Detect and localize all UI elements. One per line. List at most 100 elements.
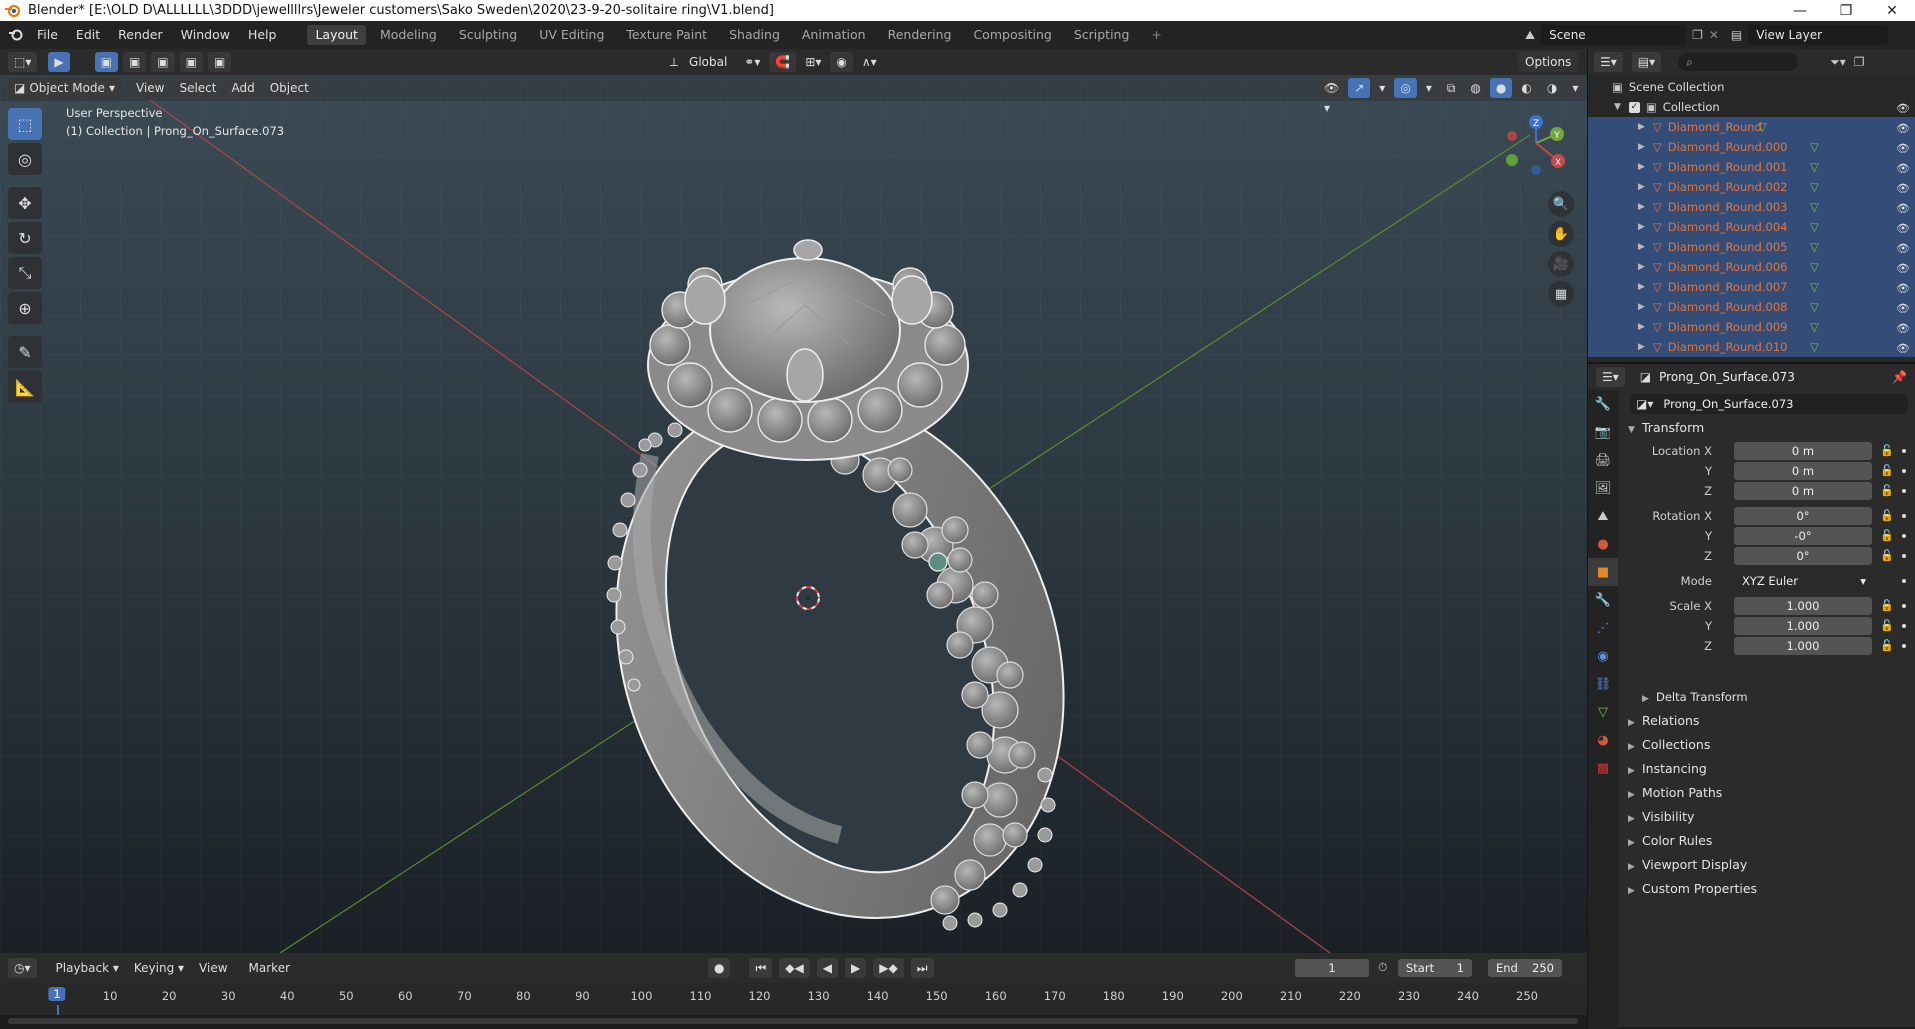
keyframe-dot-icon[interactable] [1902,514,1906,518]
play-reverse-icon[interactable]: ◀ [816,958,838,978]
outliner-item[interactable]: ▶ ▽ Diamond_Round.008 ▽ 👁 [1588,297,1915,317]
rotation-x-field[interactable]: 0° [1734,507,1872,525]
filter-icon[interactable]: ⏷▾ [1830,55,1846,70]
location-z-field[interactable]: 0 m [1734,482,1872,500]
header-menu-view[interactable]: View [129,78,171,98]
new-collection-icon[interactable]: ❐ [1854,55,1865,69]
3d-viewport[interactable]: Z Y X [0,75,1587,953]
outliner-item[interactable]: ▶ ▽ Diamond_Round.007 ▽ 👁 [1588,277,1915,297]
eye-icon[interactable]: 👁 [1896,122,1910,135]
mesh-data-icon[interactable]: ▽ [1810,220,1819,234]
header-menu-select[interactable]: Select [173,78,223,98]
mode-selector[interactable]: ◪ Object Mode ▾ [8,78,121,98]
overlays-options-icon[interactable]: ▾ [1419,78,1438,98]
mesh-data-icon[interactable]: ▽ [1810,240,1819,254]
scale-y-field[interactable]: 1.000 [1734,617,1872,635]
select-extend-icon[interactable]: ▣ [122,52,147,72]
header-menu-add[interactable]: Add [225,78,261,98]
panel-collections[interactable]: ▶ Collections [1628,737,1710,752]
keyframe-dot-icon[interactable] [1902,449,1906,453]
menu-file[interactable]: File [28,21,67,49]
jump-end-icon[interactable]: ⏭ [910,958,934,978]
panel-motion-paths[interactable]: ▶ Motion Paths [1628,785,1722,800]
next-keyframe-icon[interactable]: ▶◆ [873,958,904,978]
rotation-z-field[interactable]: 0° [1734,547,1872,565]
menu-marker[interactable]: Marker [243,958,296,978]
keyframe-dot-icon[interactable] [1902,579,1906,583]
mesh-data-icon[interactable]: ▽ [1810,300,1819,314]
zoom-icon[interactable]: 🔍 [1548,191,1574,217]
keyframe-dot-icon[interactable] [1902,554,1906,558]
eye-icon[interactable]: 👁 [1896,262,1910,275]
expand-icon[interactable]: ▶ [1638,142,1645,152]
texture-tab-icon[interactable]: ▩ [1588,754,1618,782]
eye-icon[interactable]: 👁 [1896,282,1910,295]
expand-icon[interactable]: ▶ [1638,342,1645,352]
panel-instancing[interactable]: ▶ Instancing [1628,761,1707,776]
tab-texture-paint[interactable]: Texture Paint [618,25,715,45]
panel-visibility[interactable]: ▶ Visibility [1628,809,1694,824]
stopwatch-icon[interactable]: ⏱ [1378,960,1387,975]
outliner-scene-collection[interactable]: ▣ Scene Collection [1588,77,1915,97]
shading-material-icon[interactable]: ◐ [1515,78,1538,98]
expand-icon[interactable]: ▶ [1638,322,1645,332]
lock-icon[interactable]: 🔓 [1880,509,1894,522]
outliner-item[interactable]: ▶ ▽ Diamond_Round.000 ▽ 👁 [1588,137,1915,157]
render-tab-icon[interactable]: 📷 [1588,418,1618,446]
keyframe-dot-icon[interactable] [1902,624,1906,628]
expand-icon[interactable]: ▶ [1638,202,1645,212]
timeline-ruler[interactable]: 1 10 20 30 40 50 60 70 80 90 100 110 120 130 140 150 160… [0,983,1587,1015]
tab-layout[interactable]: Layout [307,25,366,45]
selected-prong[interactable] [928,552,948,572]
tab-uv-editing[interactable]: UV Editing [531,25,612,45]
measure-tool-icon[interactable]: 📐 [8,371,42,403]
object-name-field[interactable]: ◪▾ Prong_On_Surface.073 [1630,394,1908,414]
location-x-field[interactable]: 0 m [1734,442,1872,460]
scene-tab-icon[interactable]: ⛰ [1588,502,1618,530]
keyframe-dot-icon[interactable] [1902,534,1906,538]
maximize-button[interactable]: ❐ [1823,0,1869,21]
mesh-data-icon[interactable]: ▽ [1810,260,1819,274]
properties-editor-icon[interactable]: ☰▾ [1596,367,1625,387]
mesh-data-icon[interactable]: ▽ [1810,180,1819,194]
eye-icon[interactable]: 👁 [1896,342,1910,355]
perspective-toggle-icon[interactable]: ▦ [1548,281,1574,307]
keyframe-dot-icon[interactable] [1902,489,1906,493]
outliner-item[interactable]: ▶ ▽ Diamond_Round.006 ▽ 👁 [1588,257,1915,277]
lock-icon[interactable]: 🔓 [1880,549,1894,562]
record-icon[interactable]: ● [708,958,731,978]
menu-keying[interactable]: Keying ▾ [128,958,190,978]
pivot-point-icon[interactable]: ⚭▾ [738,52,766,72]
expand-icon[interactable]: ▶ [1638,242,1645,252]
particles-tab-icon[interactable]: ⋰ [1588,614,1618,642]
mesh-data-icon[interactable]: ▽ [1810,280,1819,294]
options-dropdown[interactable]: Options [1518,52,1579,72]
tab-sculpting[interactable]: Sculpting [451,25,525,45]
annotate-tool-icon[interactable]: ✎ [8,336,42,368]
camera-view-icon[interactable]: 🎥 [1548,251,1574,277]
falloff-icon[interactable]: ∧▾ [856,52,883,72]
play-icon[interactable]: ▶ [845,958,867,978]
menu-window[interactable]: Window [172,21,239,49]
lock-icon[interactable]: 🔓 [1880,464,1894,477]
tab-scripting[interactable]: Scripting [1066,25,1138,45]
output-tab-icon[interactable]: 🖨 [1588,446,1618,474]
expand-icon[interactable]: ▶ [1638,262,1645,272]
eye-icon[interactable]: 👁 [1896,102,1910,115]
collapse-icon[interactable]: ▼ [1614,102,1621,112]
select-subtract-icon[interactable]: ▣ [151,52,175,72]
expand-icon[interactable]: ▶ [1638,282,1645,292]
menu-render[interactable]: Render [109,21,172,49]
visibility-icon[interactable]: 👁▾ [1318,78,1346,115]
tab-compositing[interactable]: Compositing [965,25,1059,45]
checkbox-icon[interactable]: ✓ [1628,101,1640,113]
shading-rendered-icon[interactable]: ◑ [1540,78,1564,98]
view-layer-selector[interactable]: View Layer [1748,25,1889,45]
rotation-mode-dropdown[interactable]: XYZ Euler ▾ [1734,572,1872,590]
blender-menu-icon[interactable] [8,28,24,42]
tab-modeling[interactable]: Modeling [372,25,445,45]
scene-selector[interactable]: Scene [1541,25,1687,45]
eye-icon[interactable]: 👁 [1896,182,1910,195]
panel-custom-properties[interactable]: ▶ Custom Properties [1628,881,1757,896]
xray-icon[interactable]: ⧉ [1440,78,1462,98]
